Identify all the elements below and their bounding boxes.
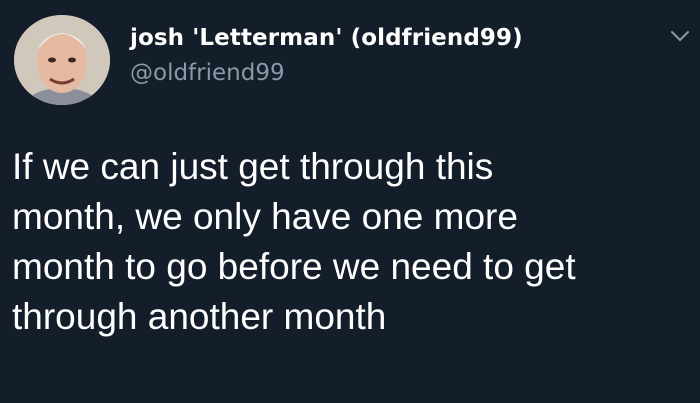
tweet-line: month, we only have one more	[12, 196, 518, 237]
user-handle[interactable]: @oldfriend99	[130, 60, 285, 86]
tweet-text: If we can just get through this month, w…	[12, 142, 698, 342]
display-name[interactable]: josh 'Letterman' (oldfriend99)	[130, 25, 523, 51]
tweet-line: If we can just get through this	[12, 146, 494, 187]
tweet-card: josh 'Letterman' (oldfriend99) @oldfrien…	[0, 0, 700, 403]
avatar[interactable]	[14, 15, 110, 105]
tweet-line: month to go before we need to get	[12, 246, 576, 287]
tweet-line: through another month	[12, 296, 387, 337]
profile-photo-icon	[14, 15, 110, 105]
chevron-down-icon[interactable]	[668, 24, 692, 48]
